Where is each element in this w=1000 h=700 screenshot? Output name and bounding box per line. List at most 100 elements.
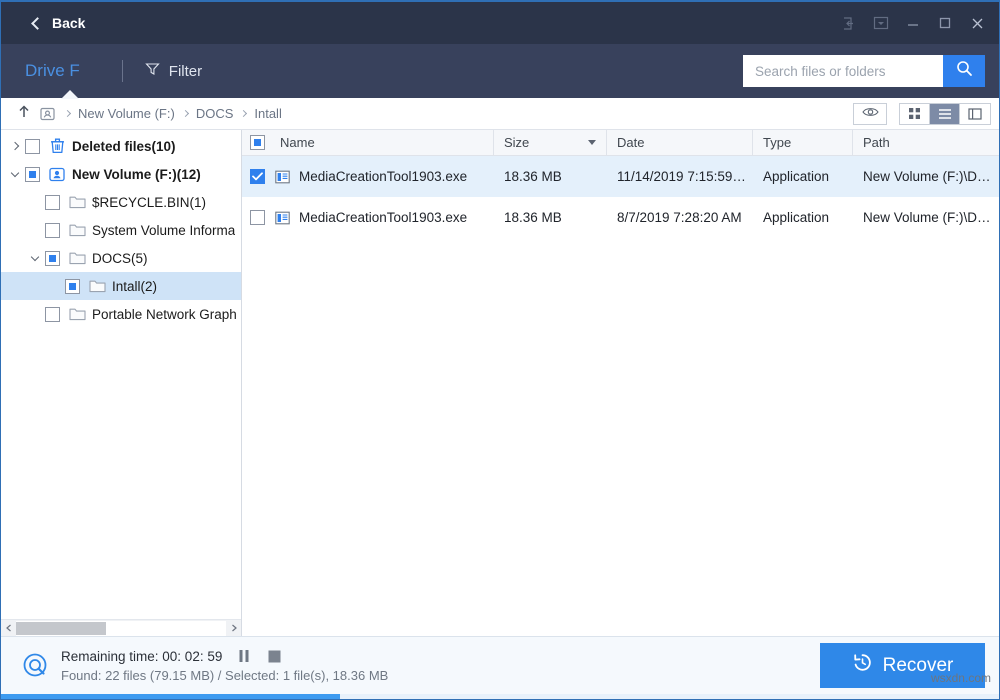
table-cell-path-text: New Volume (F:)\D… — [863, 169, 991, 184]
table-cell-size-text: 18.36 MB — [504, 169, 562, 184]
tree-item-checkbox[interactable] — [65, 279, 80, 294]
split-view-icon[interactable] — [960, 104, 990, 124]
table-cell-path-text: New Volume (F:)\D… — [863, 210, 991, 225]
tree-item-checkbox[interactable] — [45, 251, 60, 266]
table-cell-size: 18.36 MB — [494, 169, 607, 184]
scan-progress-bar — [1, 694, 999, 699]
table-cell-path: New Volume (F:)\D… — [853, 210, 999, 225]
select-all-checkbox[interactable] — [250, 135, 265, 150]
close-icon[interactable] — [961, 8, 993, 38]
tree-item[interactable]: Intall(2) — [1, 272, 241, 300]
title-bar: Back — [1, 2, 999, 44]
column-header-name[interactable]: Name — [242, 130, 494, 155]
column-header-size[interactable]: Size — [494, 130, 607, 155]
tree-item-checkbox[interactable] — [45, 223, 60, 238]
tree-item-label: Intall(2) — [112, 279, 157, 294]
preview-toggle-button[interactable] — [853, 103, 887, 125]
table-cell-name-text: MediaCreationTool1903.exe — [299, 210, 467, 225]
column-header-path-label: Path — [863, 135, 890, 150]
scroll-left-icon[interactable] — [1, 621, 16, 636]
eye-icon — [862, 105, 879, 123]
stop-button[interactable] — [266, 648, 282, 664]
minimize-to-tray-icon[interactable] — [833, 8, 865, 38]
pause-button[interactable] — [236, 648, 252, 664]
filter-icon — [145, 62, 160, 80]
column-header-size-label: Size — [504, 135, 529, 150]
table-cell-type-text: Application — [763, 169, 829, 184]
tree-item[interactable]: New Volume (F:)(12) — [1, 160, 241, 188]
sidebar-horizontal-scrollbar[interactable] — [1, 619, 241, 636]
row-checkbox[interactable] — [250, 210, 265, 225]
search-button[interactable] — [943, 55, 985, 87]
folder-tree: Deleted files(10)New Volume (F:)(12)$REC… — [1, 130, 241, 619]
table-cell-size-text: 18.36 MB — [504, 210, 562, 225]
column-header-name-label: Name — [280, 135, 315, 150]
file-list-body: MediaCreationTool1903.exe18.36 MB11/14/2… — [242, 156, 999, 636]
folder-icon — [67, 223, 87, 237]
tree-item[interactable]: Portable Network Graph — [1, 300, 241, 328]
table-cell-date: 8/7/2019 7:28:20 AM — [607, 210, 753, 225]
table-row[interactable]: MediaCreationTool1903.exe 18.36 MB 8/7/201… — [242, 197, 999, 238]
file-recovery-window: Back — [0, 0, 1000, 700]
tree-item[interactable]: DOCS(5) — [1, 244, 241, 272]
content-area: Deleted files(10)New Volume (F:)(12)$REC… — [1, 130, 999, 636]
table-cell-name-text: MediaCreationTool1903.exe — [299, 169, 467, 184]
column-header-date[interactable]: Date — [607, 130, 753, 155]
toolbar: Drive F Filter — [1, 44, 999, 98]
table-cell-date-text: 8/7/2019 7:28:20 AM — [617, 210, 742, 225]
drive-icon — [47, 167, 67, 182]
arrow-up-icon — [17, 104, 31, 124]
breadcrumb-separator — [182, 110, 189, 117]
tab-active-pointer — [61, 90, 79, 99]
column-header-type[interactable]: Type — [753, 130, 853, 155]
breadcrumb-item-1[interactable]: DOCS — [194, 106, 236, 121]
folder-icon — [67, 307, 87, 321]
tree-item-checkbox[interactable] — [25, 139, 40, 154]
grid-view-icon[interactable] — [900, 104, 930, 124]
scrollbar-thumb[interactable] — [16, 622, 106, 635]
dropdown-box-icon[interactable] — [865, 8, 897, 38]
list-view-icon[interactable] — [930, 104, 960, 124]
application-file-icon — [273, 170, 291, 184]
tree-item-checkbox[interactable] — [45, 307, 60, 322]
search-icon — [956, 60, 973, 82]
tree-item[interactable]: $RECYCLE.BIN(1) — [1, 188, 241, 216]
breadcrumb-bar: New Volume (F:) DOCS Intall — [1, 98, 999, 130]
scroll-right-icon[interactable] — [226, 621, 241, 636]
table-cell-type: Application — [753, 169, 853, 184]
column-header-path[interactable]: Path — [853, 130, 999, 155]
tree-item[interactable]: Deleted files(10) — [1, 132, 241, 160]
breadcrumb-drive-icon[interactable] — [35, 107, 59, 121]
up-one-level-button[interactable] — [13, 104, 35, 124]
table-row[interactable]: MediaCreationTool1903.exe18.36 MB11/14/2… — [242, 156, 999, 197]
chevron-down-icon[interactable] — [25, 254, 45, 263]
maximize-icon[interactable] — [929, 8, 961, 38]
breadcrumb-item-0[interactable]: New Volume (F:) — [76, 106, 177, 121]
back-button[interactable]: Back — [25, 11, 91, 35]
tab-drive-f[interactable]: Drive F — [25, 44, 106, 98]
scrollbar-track[interactable] — [16, 621, 226, 636]
table-cell-size: 18.36 MB — [494, 210, 607, 225]
filter-label: Filter — [169, 63, 202, 80]
chevron-down-icon[interactable] — [5, 170, 25, 179]
chevron-right-icon[interactable] — [5, 143, 25, 149]
status-bar: Remaining time: 00: 02: 59 Found: 22 fil… — [1, 636, 999, 694]
breadcrumb-separator — [240, 110, 247, 117]
tab-drive-f-label: Drive F — [25, 61, 80, 81]
search-input[interactable] — [743, 55, 943, 87]
minimize-icon[interactable] — [897, 8, 929, 38]
filter-button[interactable]: Filter — [145, 62, 202, 80]
column-header-date-label: Date — [617, 135, 644, 150]
folder-icon — [87, 279, 107, 293]
breadcrumb-item-2[interactable]: Intall — [252, 106, 283, 121]
scan-search-icon — [19, 652, 53, 680]
status-progress-line: Remaining time: 00: 02: 59 — [61, 648, 388, 664]
row-checkbox[interactable] — [250, 169, 265, 184]
file-list-header: Name Size Date Type Path — [242, 130, 999, 156]
tree-item-label: System Volume Informa — [92, 223, 235, 238]
tree-item[interactable]: System Volume Informa — [1, 216, 241, 244]
window-controls — [833, 8, 993, 38]
tree-item-checkbox[interactable] — [45, 195, 60, 210]
tree-item-label: Portable Network Graph — [92, 307, 237, 322]
tree-item-checkbox[interactable] — [25, 167, 40, 182]
